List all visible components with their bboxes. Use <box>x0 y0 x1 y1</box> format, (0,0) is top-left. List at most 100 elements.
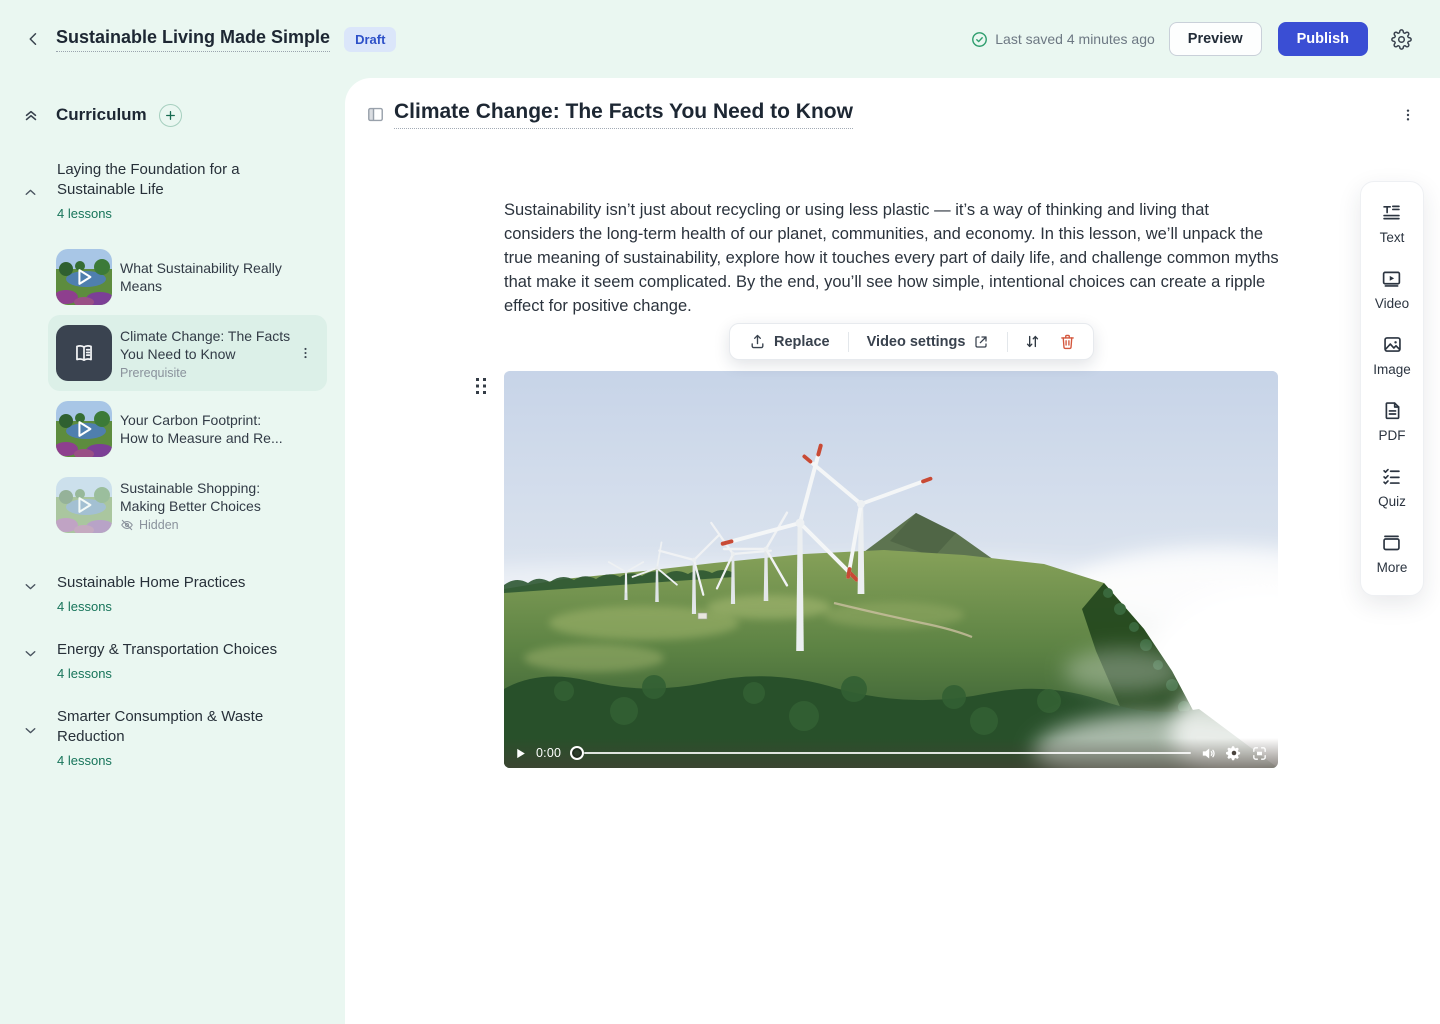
section-energy-transportation[interactable]: Energy & Transportation Choices 4 lesson… <box>0 640 345 681</box>
play-button[interactable] <box>514 747 527 760</box>
video-controls: 0:00 <box>504 738 1278 768</box>
fullscreen-button[interactable] <box>1251 745 1268 762</box>
gear-icon <box>1226 745 1242 761</box>
curriculum-heading: Curriculum <box>56 105 147 125</box>
block-drag-handle[interactable] <box>475 377 488 395</box>
settings-button[interactable] <box>1386 24 1416 54</box>
section-title[interactable]: Sustainable Home Practices <box>57 573 325 593</box>
chevron-left-icon <box>25 30 43 48</box>
image-icon <box>1382 334 1403 355</box>
insert-block-palette: Text Video Image PDF Quiz More <box>1360 181 1424 596</box>
video-settings-button[interactable]: Video settings <box>858 328 999 356</box>
lesson-editor-panel: Climate Change: The Facts You Need to Kn… <box>345 78 1440 1024</box>
section-laying-the-foundation[interactable]: Laying the Foundation for a Sustainable … <box>0 160 345 221</box>
back-button[interactable] <box>20 25 48 53</box>
section-lesson-count: 4 lessons <box>57 753 325 768</box>
volume-button[interactable] <box>1200 745 1217 762</box>
lesson-video-thumbnail <box>56 401 112 457</box>
toolbar-divider <box>848 332 849 352</box>
lesson-title: What Sustainability Really Means <box>120 259 290 295</box>
more-blocks-icon <box>1381 532 1402 553</box>
last-saved-status: Last saved 4 minutes ago <box>971 31 1155 48</box>
insert-quiz-button[interactable]: Quiz <box>1378 466 1406 509</box>
section-smarter-consumption[interactable]: Smarter Consumption & Waste Reduction 4 … <box>0 707 345 768</box>
section-title[interactable]: Smarter Consumption & Waste Reduction <box>57 707 282 747</box>
course-title[interactable]: Sustainable Living Made Simple <box>56 27 330 52</box>
panel-left-icon <box>366 105 385 124</box>
lesson-item-climate-change[interactable]: Climate Change: The Facts You Need to Kn… <box>48 315 327 391</box>
eye-off-icon <box>120 518 134 532</box>
collapse-all-button[interactable] <box>22 106 44 124</box>
chevron-down-icon[interactable] <box>22 645 40 662</box>
drag-dots-icon <box>475 377 488 395</box>
scrubber-handle[interactable] <box>570 746 584 760</box>
fullscreen-icon <box>1251 745 1268 762</box>
section-lesson-count: 4 lessons <box>57 666 325 681</box>
curriculum-sidebar: Curriculum Laying the Foundation for a S… <box>0 78 345 1024</box>
kebab-menu-icon <box>1400 107 1416 123</box>
lesson-title: Your Carbon Footprint: How to Measure an… <box>120 411 290 447</box>
lesson-item-what-sustainability[interactable]: What Sustainability Really Means <box>48 239 327 315</box>
section-title[interactable]: Energy & Transportation Choices <box>57 640 325 660</box>
lesson-options-button[interactable] <box>298 346 313 361</box>
toggle-sidebar-button[interactable] <box>362 102 388 128</box>
text-icon <box>1381 202 1402 223</box>
section-sustainable-home[interactable]: Sustainable Home Practices 4 lessons <box>0 573 345 614</box>
volume-icon <box>1200 745 1217 762</box>
lesson-meta: Hidden <box>120 518 302 532</box>
lesson-options-button[interactable] <box>1396 103 1420 127</box>
reading-lesson-tile <box>56 325 112 381</box>
lesson-paragraph[interactable]: Sustainability isn’t just about recyclin… <box>504 198 1280 318</box>
insert-more-button[interactable]: More <box>1377 532 1408 575</box>
delete-block-button[interactable] <box>1052 327 1083 356</box>
chevron-down-icon[interactable] <box>22 578 40 595</box>
check-circle-icon <box>971 31 988 48</box>
gear-icon <box>1391 29 1412 50</box>
insert-text-button[interactable]: Text <box>1380 202 1405 245</box>
pdf-document-icon <box>1382 400 1403 421</box>
lesson-title: Climate Change: The Facts You Need to Kn… <box>120 327 302 363</box>
insert-image-button[interactable]: Image <box>1373 334 1411 377</box>
video-player[interactable]: 0:00 <box>504 371 1278 768</box>
section-lesson-count: 4 lessons <box>57 599 325 614</box>
section-lesson-count: 4 lessons <box>57 206 325 221</box>
lesson-item-sustainable-shopping[interactable]: Sustainable Shopping: Making Better Choi… <box>48 467 327 543</box>
trash-icon <box>1059 333 1076 350</box>
chevron-down-icon[interactable] <box>22 722 40 739</box>
move-block-button[interactable] <box>1017 327 1048 356</box>
insert-video-button[interactable]: Video <box>1375 268 1409 311</box>
current-time: 0:00 <box>536 746 561 760</box>
plus-icon <box>164 109 177 122</box>
insert-pdf-button[interactable]: PDF <box>1379 400 1406 443</box>
external-link-icon <box>973 334 989 350</box>
add-section-button[interactable] <box>159 104 182 127</box>
progress-track <box>584 752 1191 754</box>
status-badge: Draft <box>344 27 396 52</box>
lesson-item-carbon-footprint[interactable]: Your Carbon Footprint: How to Measure an… <box>48 391 327 467</box>
top-bar: Sustainable Living Made Simple Draft Las… <box>0 0 1440 78</box>
lesson-title: Sustainable Shopping: Making Better Choi… <box>120 479 302 515</box>
player-settings-button[interactable] <box>1226 745 1242 761</box>
preview-button[interactable]: Preview <box>1169 22 1262 56</box>
replace-video-button[interactable]: Replace <box>740 327 839 356</box>
section-title[interactable]: Laying the Foundation for a Sustainable … <box>57 160 267 200</box>
play-icon <box>514 747 527 760</box>
video-still-wind-turbines <box>504 371 1278 768</box>
chevrons-up-icon <box>22 106 40 124</box>
lesson-title-heading[interactable]: Climate Change: The Facts You Need to Kn… <box>394 100 853 129</box>
video-block-toolbar: Replace Video settings <box>729 323 1094 360</box>
publish-button[interactable]: Publish <box>1278 22 1368 56</box>
upload-icon <box>749 333 766 350</box>
lesson-meta: Prerequisite <box>120 366 302 380</box>
toolbar-divider <box>1007 332 1008 352</box>
seek-bar[interactable] <box>570 745 1191 761</box>
kebab-menu-icon <box>298 346 313 361</box>
lesson-video-thumbnail <box>56 249 112 305</box>
chevron-up-icon[interactable] <box>22 184 40 201</box>
video-icon <box>1381 268 1402 289</box>
arrows-up-down-icon <box>1024 333 1041 350</box>
lesson-video-thumbnail <box>56 477 112 533</box>
play-icon <box>73 494 95 516</box>
open-book-icon <box>71 340 97 366</box>
play-icon <box>73 418 95 440</box>
